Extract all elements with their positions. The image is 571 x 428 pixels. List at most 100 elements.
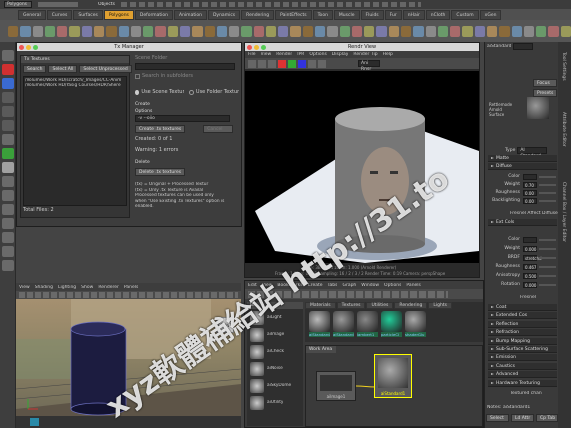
shelf-tool-icon[interactable] [548,25,559,37]
shelf-tab[interactable]: Fluids [360,9,384,20]
select-button[interactable]: Select [486,414,509,422]
attr-section[interactable]: Caustics [488,362,557,370]
select-all-button[interactable]: Select All [48,65,78,73]
viewport-menu-item[interactable]: Shading [35,285,53,290]
viewport-menu-item[interactable]: Renderer [98,285,119,290]
node-aiimage[interactable]: aiImage1 [316,371,356,401]
tab-channel-box[interactable]: Channel Box / Layer Editor [561,182,566,242]
attr-slider[interactable] [539,266,556,268]
shelf-tab[interactable]: Muscle [333,9,360,20]
attr-slider[interactable] [539,275,556,277]
shelf-tool-icon[interactable] [302,25,314,37]
hypershade-menu-item[interactable]: View [262,283,273,288]
shelf-tool-icon[interactable] [81,25,92,37]
shelf-tool-icon[interactable] [474,25,485,37]
attr-value-field[interactable]: 0.70 [523,182,537,188]
create-list-item[interactable]: aiUtility [247,394,303,411]
shelf-tool-icon[interactable] [106,25,117,37]
shelf-tool-icon[interactable] [130,25,142,37]
attr-section[interactable]: Refraction [488,329,557,337]
hypershade-menu-item[interactable]: Create [308,283,323,288]
shelf-tab[interactable]: Curves [46,9,73,20]
toolbox-tool-icon[interactable] [2,106,14,117]
render-menu-item[interactable]: File [248,52,256,57]
shelf-tool-icon[interactable] [327,25,338,37]
toolbox-tool-icon[interactable] [2,176,14,187]
scene-folder-field[interactable] [135,63,235,70]
shelf-tool-icon[interactable] [413,25,424,37]
render-menu-item[interactable]: View [261,52,272,57]
shelf-tab[interactable]: Toon [312,9,333,20]
attr-section[interactable]: Ext Cols [488,219,557,226]
viewport-menu-item[interactable]: Lighting [58,285,76,290]
attr-value-field[interactable]: 0.00 [523,198,537,204]
hypershade-menu-item[interactable]: Bookmarks [277,283,302,288]
focus-button[interactable]: Focus [533,79,558,87]
load-attributes-button[interactable]: Ld Attr [511,414,534,422]
shelf-tab[interactable]: Fur [384,9,402,20]
shelf-tool-icon[interactable] [179,25,191,37]
toolbox-tool-icon[interactable] [2,78,14,89]
shelf-tab[interactable]: Custom [451,9,479,20]
render-menu-item[interactable]: Render [276,52,292,57]
shelf-tab[interactable]: Surfaces [73,9,103,20]
work-area-tab[interactable]: Work Area [306,346,336,353]
minimize-icon[interactable] [26,44,31,50]
shelf-tab[interactable]: PaintEffects [275,9,312,20]
cancel-button[interactable]: Cancel [203,125,234,133]
hypershade-tab[interactable]: Utilities [366,302,394,309]
toolbox-tool-icon[interactable] [2,50,14,61]
shelf-tool-icon[interactable] [290,25,301,37]
hypershade-menu-item[interactable]: Tabs [328,283,338,288]
toolbox-tool-icon[interactable] [2,246,14,257]
create-list-item[interactable]: aiSkyDome [247,377,303,394]
attr-section[interactable]: Advanced [488,371,557,379]
attr-value-field[interactable]: 0.467 [523,264,537,270]
toolbox-tool-icon[interactable] [2,204,14,215]
shelf-tool-icon[interactable] [450,25,461,37]
checkbox[interactable] [135,73,140,79]
shelf-tab[interactable]: Polygons [103,9,134,20]
toolbox-tool-icon[interactable] [2,162,14,173]
tab-tool-settings[interactable]: Tool Settings [561,52,566,81]
attr-section[interactable]: Emission [488,354,557,362]
attr-section[interactable]: Sub-Surface Scattering [488,346,557,353]
shelf-tool-icon[interactable] [253,25,264,37]
shelf-tab[interactable]: General [18,9,46,20]
shelf-tool-icon[interactable] [425,25,436,37]
shelf-tool-icon[interactable] [20,25,31,37]
attr-slider[interactable] [539,239,556,241]
shelf-tool-icon[interactable] [93,25,105,37]
attr-value-field[interactable]: 0.500 [523,273,537,279]
shelf-tool-icon[interactable] [69,25,80,37]
toolbox-tool-icon[interactable] [2,218,14,229]
workspace-menu[interactable]: Polygons [4,1,32,8]
green-channel-icon[interactable] [288,59,296,68]
hypershade-menu-item[interactable]: Edit [248,283,257,288]
create-list-item[interactable]: aiCheck [247,343,303,360]
create-list-item[interactable]: aiNoise [247,360,303,377]
copy-tab-button[interactable]: Cp Tab [536,414,558,422]
render-menu-item[interactable]: Render Tip [353,52,377,57]
shelf-tool-icon[interactable] [192,25,203,37]
shelf-tab[interactable]: xGen [479,9,502,20]
attr-value-field[interactable] [523,237,537,243]
toolbox-tool-icon[interactable] [2,134,14,145]
shelf-tool-icon[interactable] [204,25,215,37]
attr-section[interactable]: Matte [488,155,557,162]
shelf-tool-icon[interactable] [32,25,43,37]
shelf-tool-icon[interactable] [364,25,375,37]
search-button[interactable]: Search [23,65,47,73]
material-swatch[interactable]: lambert1 [357,311,378,337]
render-menu-item[interactable]: Display [332,52,349,57]
shelf-tool-icon[interactable] [437,25,449,37]
texture-file-list[interactable]: /Volumes/Work HD/scratch/_Images/CC-Anim… [23,76,127,206]
blue-channel-icon[interactable] [298,59,306,68]
hypershade-tab[interactable]: Rendering [394,302,428,309]
node-aistandard[interactable]: aiStandard1 [374,354,412,398]
attr-section[interactable]: Extended Cos [488,312,557,320]
hypershade-menu-item[interactable]: Panels [406,283,420,288]
shelf-tool-icon[interactable] [143,25,154,37]
options-field[interactable]: -v --oiio [135,115,230,122]
viewport-menu-item[interactable]: Show [81,285,93,290]
